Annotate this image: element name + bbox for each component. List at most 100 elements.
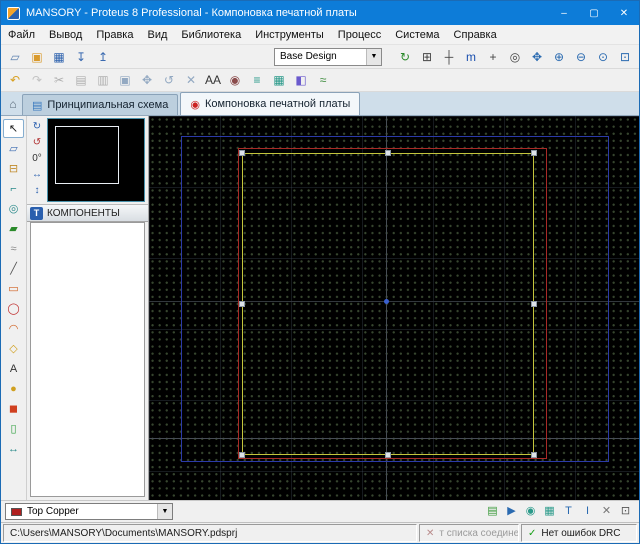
package-mode-icon[interactable]: ⊟ (3, 159, 24, 178)
dimension-icon[interactable]: ↔ (3, 439, 24, 458)
color-settings-icon[interactable]: ◧ (290, 70, 312, 90)
save-project-icon[interactable]: ▦ (48, 47, 70, 67)
dil-pad-icon[interactable]: ▯ (3, 419, 24, 438)
2d-text-icon[interactable]: A (3, 359, 24, 378)
zoom-out-icon[interactable]: ⊖ (570, 47, 592, 67)
mounting-pad[interactable] (531, 452, 537, 458)
selection-mode-icon[interactable]: ↖ (3, 119, 24, 138)
zoom-all-icon[interactable]: ⊙ (592, 47, 614, 67)
orientation-glyph: ↕ (35, 185, 40, 196)
paste-icon[interactable]: ▥ (92, 70, 114, 90)
toolbar-icon-glyph: ▤ (75, 74, 86, 86)
menu-system[interactable]: Система (388, 26, 446, 44)
maximize-button[interactable]: ▢ (579, 1, 609, 25)
ratsnest-toggle-icon[interactable]: ◉ (521, 502, 540, 522)
block-copy-icon[interactable]: ▣ (114, 70, 136, 90)
redo-icon[interactable]: ↷ (26, 70, 48, 90)
toolbar-icon-glyph: ✕ (186, 74, 196, 86)
chevron-down-icon[interactable]: ▼ (157, 504, 172, 519)
mirror-vertical-button[interactable]: ↕ (28, 182, 46, 198)
component-list[interactable] (30, 222, 145, 497)
grid-toggle-icon[interactable]: ⊞ (416, 47, 438, 67)
menu-view[interactable]: Вид (140, 26, 174, 44)
square-pad-icon[interactable]: ◼ (3, 399, 24, 418)
find-component-icon[interactable]: АА (202, 70, 224, 90)
mounting-pad[interactable] (531, 150, 537, 156)
chevron-down-icon[interactable]: ▼ (366, 49, 381, 65)
export-icon[interactable]: ↥ (92, 47, 114, 67)
design-explorer-icon[interactable]: ≡ (246, 70, 268, 90)
2d-arc-icon[interactable]: ◠ (3, 319, 24, 338)
component-mode-icon[interactable]: ▱ (3, 139, 24, 158)
filter-tracks-icon[interactable]: T (559, 502, 578, 522)
mirror-horizontal-button[interactable]: ↔ (28, 166, 46, 182)
home-tab-icon[interactable]: ⌂ (4, 95, 22, 113)
menu-help[interactable]: Справка (447, 26, 504, 44)
block-rotate-icon[interactable]: ↺ (158, 70, 180, 90)
angle-display[interactable]: 0° (28, 150, 46, 166)
filter-off-icon[interactable]: ✕ (597, 502, 616, 522)
false-origin-icon[interactable]: + (482, 47, 504, 67)
mounting-pad[interactable] (385, 150, 391, 156)
copy-icon[interactable]: ▤ (70, 70, 92, 90)
mounting-pad[interactable] (531, 301, 537, 307)
pcb-editor-canvas[interactable] (149, 116, 639, 500)
close-button[interactable]: ✕ (609, 1, 639, 25)
drc-status[interactable]: ✓ Нет ошибок DRC (521, 524, 637, 542)
rotate-cw-button[interactable]: ↻ (28, 118, 46, 134)
netlist-status[interactable]: ✕ т списка соединен (419, 524, 519, 542)
mounting-pad[interactable] (239, 301, 245, 307)
round-pad-icon[interactable]: ● (3, 379, 24, 398)
block-move-icon[interactable]: ✥ (136, 70, 158, 90)
new-project-icon[interactable]: ▱ (4, 47, 26, 67)
undo-icon[interactable]: ↶ (4, 70, 26, 90)
silk-outline[interactable] (242, 153, 534, 455)
toolbar-icon-glyph: ↺ (164, 74, 174, 86)
zoom-area-icon[interactable]: ⊡ (614, 47, 636, 67)
filter-text-icon[interactable]: I (578, 502, 597, 522)
block-delete-icon[interactable]: ✕ (180, 70, 202, 90)
via-mode-icon[interactable]: ◎ (3, 199, 24, 218)
menu-output[interactable]: Вывод (42, 26, 89, 44)
mounting-pad[interactable] (239, 150, 245, 156)
menu-process[interactable]: Процесс (331, 26, 388, 44)
pan-view-icon[interactable]: ✥ (526, 47, 548, 67)
tab-schematic[interactable]: ▤Принципиальная схема (22, 94, 178, 115)
menu-edit[interactable]: Правка (89, 26, 140, 44)
layer-manager-icon[interactable]: ▦ (268, 70, 290, 90)
menu-label: Файл (8, 29, 35, 41)
flip-board-icon[interactable]: ▶ (502, 502, 521, 522)
menu-tools[interactable]: Инструменты (248, 26, 331, 44)
2d-circle-icon[interactable]: ◯ (3, 299, 24, 318)
zoom-sheet-icon[interactable]: ⊡ (616, 502, 635, 522)
mounting-pad[interactable] (385, 452, 391, 458)
mounting-pad[interactable] (239, 452, 245, 458)
origin-toggle-icon[interactable]: ┼ (438, 47, 460, 67)
rotate-ccw-button[interactable]: ↺ (28, 134, 46, 150)
zoom-in-icon[interactable]: ⊕ (548, 47, 570, 67)
2d-path-icon[interactable]: ◇ (3, 339, 24, 358)
copper-pour-icon[interactable]: ▦ (540, 502, 559, 522)
minimize-button[interactable]: – (549, 1, 579, 25)
search-tag-icon[interactable]: ◉ (224, 70, 246, 90)
redraw-icon[interactable]: ↻ (394, 47, 416, 67)
menu-library[interactable]: Библиотека (174, 26, 248, 44)
ratsnest-mode-icon[interactable]: ≈ (3, 239, 24, 258)
open-project-icon[interactable]: ▣ (26, 47, 48, 67)
zone-mode-icon[interactable]: ▰ (3, 219, 24, 238)
layer-selector[interactable]: Top Copper ▼ (5, 503, 173, 520)
layer-stack-icon[interactable]: ▤ (483, 502, 502, 522)
menu-file[interactable]: Файл (1, 26, 42, 44)
2d-box-icon[interactable]: ▭ (3, 279, 24, 298)
track-mode-icon[interactable]: ⌐ (3, 179, 24, 198)
snap-marker-icon[interactable]: ◎ (504, 47, 526, 67)
cut-icon[interactable]: ✂ (48, 70, 70, 90)
tab-pcb-layout[interactable]: ◉Компоновка печатной платы (180, 92, 360, 115)
board-preview[interactable] (47, 118, 145, 202)
graph-icon[interactable]: ≈ (312, 70, 334, 90)
design-combo[interactable]: Base Design ▼ (274, 48, 382, 66)
import-icon[interactable]: ↧ (70, 47, 92, 67)
2d-line-icon[interactable]: ╱ (3, 259, 24, 278)
metric-toggle-icon[interactable]: m (460, 47, 482, 67)
toggle-selector-icon[interactable]: T (30, 207, 43, 220)
